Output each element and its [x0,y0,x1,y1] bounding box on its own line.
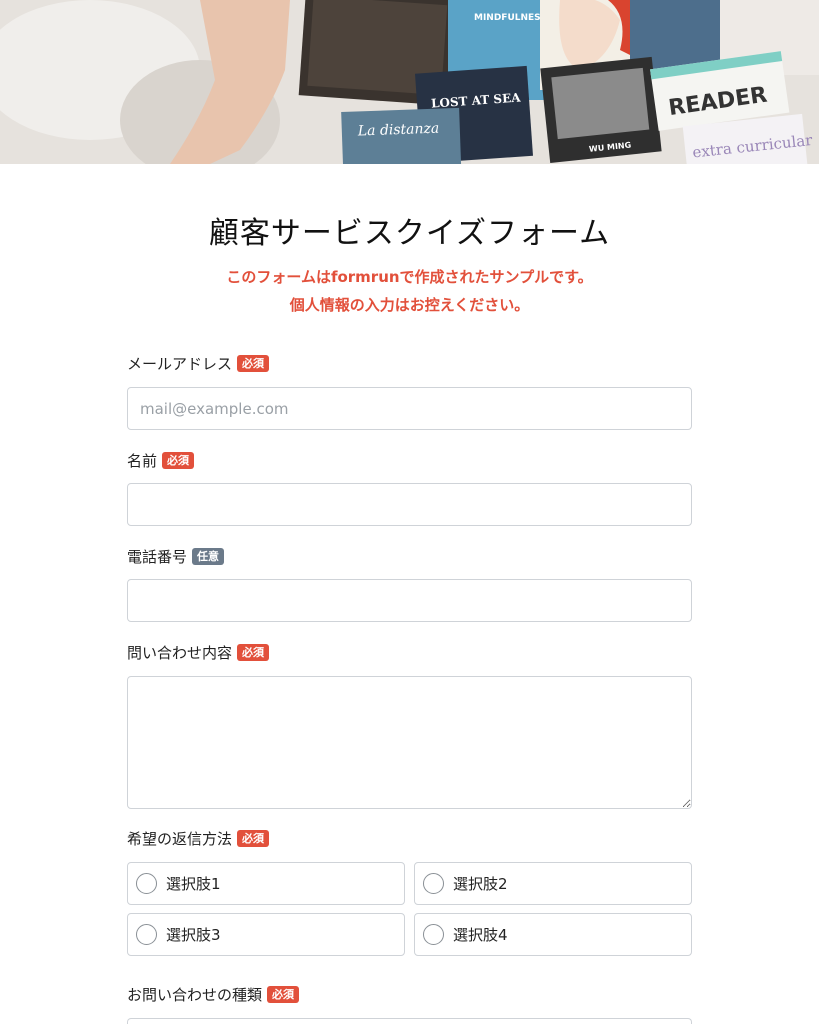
required-badge: 必須 [237,830,270,847]
email-label-text: メールアドレス [127,355,233,373]
radio-option-label: 選択肢4 [453,926,508,944]
header-image: MINDFULNESS LOST AT SEA La distanza WU M… [0,0,819,164]
inquiry-textarea[interactable] [127,676,692,809]
email-label: メールアドレス 必須 [127,353,270,374]
optional-badge: 任意 [192,548,225,565]
sample-notice-line1: このフォームはformrunで作成されたサンプルです。 [226,268,593,286]
reply-method-label: 希望の返信方法 必須 [127,828,270,849]
phone-label: 電話番号 任意 [127,546,225,567]
inquiry-type-label-text: お問い合わせの種類 [127,986,263,1004]
radio-option-label: 選択肢2 [453,875,508,893]
name-label: 名前 必須 [127,450,195,471]
name-label-text: 名前 [127,452,158,470]
required-badge: 必須 [267,986,300,1003]
form-title: 顧客サービスクイズフォーム [208,216,611,251]
cover-text-la-distanza: La distanza [357,121,440,140]
required-badge: 必須 [237,355,270,372]
email-field[interactable] [127,387,692,430]
cover-text-mindfulness: MINDFULNESS [474,13,547,23]
radio-circle-icon [423,924,444,945]
inquiry-type-label: お問い合わせの種類 必須 [127,984,300,1005]
phone-label-text: 電話番号 [127,548,188,566]
radio-option-label: 選択肢1 [166,875,221,893]
radio-circle-icon [136,924,157,945]
reply-method-label-text: 希望の返信方法 [127,830,233,848]
radio-option-4[interactable]: 選択肢4 [414,913,692,956]
radio-circle-icon [136,873,157,894]
radio-option-1[interactable]: 選択肢1 [127,862,405,905]
phone-field[interactable] [127,579,692,622]
inquiry-type-select[interactable] [127,1018,692,1024]
radio-option-2[interactable]: 選択肢2 [414,862,692,905]
inquiry-label-text: 問い合わせ内容 [127,644,233,662]
required-badge: 必須 [237,644,270,661]
radio-option-label: 選択肢3 [166,926,221,944]
radio-circle-icon [423,873,444,894]
sample-notice-line2: 個人情報の入力はお控えください。 [289,296,530,314]
required-badge: 必須 [162,452,195,469]
radio-option-3[interactable]: 選択肢3 [127,913,405,956]
name-field[interactable] [127,483,692,526]
inquiry-label: 問い合わせ内容 必須 [127,642,270,663]
